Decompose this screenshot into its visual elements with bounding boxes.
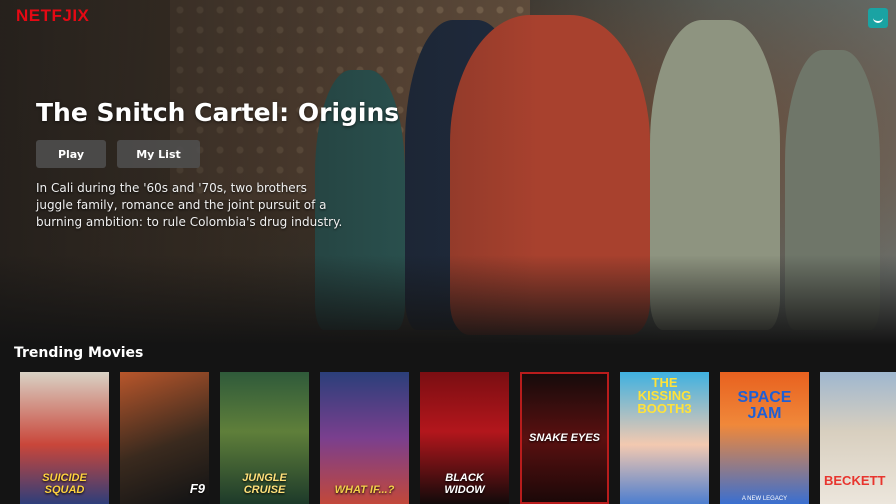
poster-black-widow[interactable]: BLACK WIDOW	[420, 372, 509, 504]
poster-space-jam[interactable]: SPACE JAM A NEW LEGACY	[720, 372, 809, 504]
poster-f9[interactable]: F9	[120, 372, 209, 504]
poster-label: JUNGLE CRUISE	[242, 472, 287, 496]
trending-row-title: Trending Movies	[14, 345, 144, 361]
hero-bottom-fade	[0, 255, 896, 345]
poster-label: WHAT IF...?	[334, 484, 395, 496]
poster-top-label: SPACE JAM	[737, 389, 792, 422]
poster-kissing-booth-3[interactable]: THE KISSING BOOTH3	[620, 372, 709, 504]
poster-what-if[interactable]: WHAT IF...?	[320, 372, 409, 504]
poster-jungle-cruise[interactable]: JUNGLE CRUISE	[220, 372, 309, 504]
hero-description: In Cali during the '60s and '70s, two br…	[36, 181, 343, 229]
poster-label: BLACK WIDOW	[444, 472, 485, 496]
profile-avatar-smile-icon[interactable]	[868, 8, 888, 28]
poster-subtitle: A NEW LEGACY	[741, 496, 788, 502]
poster-suicide-squad[interactable]: SUICIDE SQUAD	[20, 372, 109, 504]
poster-snake-eyes[interactable]: SNAKE EYES	[520, 372, 609, 504]
my-list-button[interactable]: My List	[117, 140, 200, 168]
poster-top-label: THE KISSING BOOTH3	[637, 375, 692, 416]
app-logo[interactable]: NETFJIX	[16, 6, 89, 26]
poster-label: SNAKE EYES	[529, 432, 600, 444]
play-button[interactable]: Play	[36, 140, 106, 168]
poster-label: F9	[189, 481, 205, 496]
trending-movies-row: SUICIDE SQUAD F9 JUNGLE CRUISE WHAT IF..…	[20, 372, 896, 504]
poster-label: SUICIDE SQUAD	[42, 472, 87, 496]
hero-banner	[0, 0, 896, 345]
poster-beckett[interactable]: BECKETT	[820, 372, 896, 504]
poster-label: BECKETT	[824, 473, 886, 488]
hero-title: The Snitch Cartel: Origins	[36, 98, 400, 127]
